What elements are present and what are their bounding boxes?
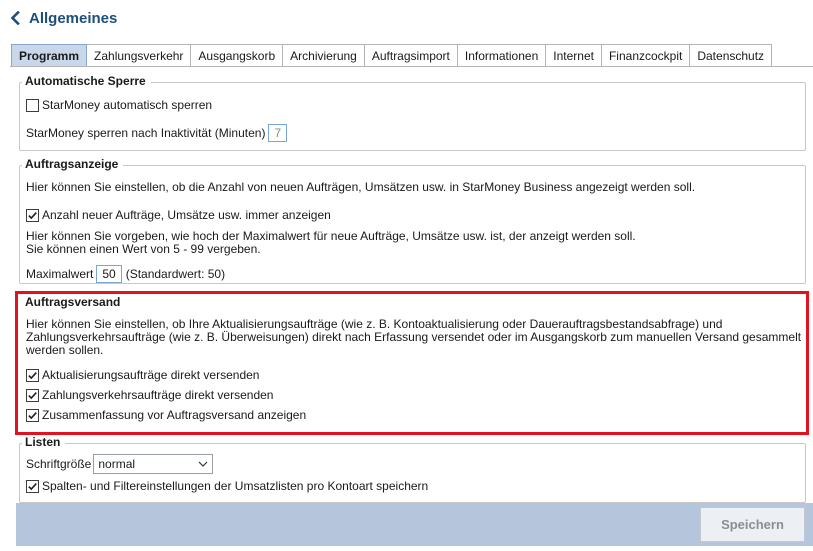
- font-size-value: normal: [98, 457, 136, 471]
- show-summary-row[interactable]: Zusammenfassung vor Auftragsversand anze…: [26, 408, 306, 422]
- tab-informationen[interactable]: Informationen: [457, 44, 547, 67]
- show-summary-checkbox[interactable]: [26, 408, 39, 422]
- tab-auftragsimport[interactable]: Auftragsimport: [364, 44, 458, 67]
- max-value-field[interactable]: 50: [96, 265, 122, 283]
- send-updates-row[interactable]: Aktualisierungsaufträge direkt versenden: [26, 368, 259, 382]
- inactivity-minutes-field[interactable]: 7: [268, 124, 288, 142]
- checkmark-icon: [28, 391, 37, 399]
- tab-finanzcockpit[interactable]: Finanzcockpit: [601, 44, 691, 67]
- group-legend: Auftragsanzeige: [22, 157, 124, 172]
- tab-archivierung[interactable]: Archivierung: [283, 44, 365, 67]
- anzeige-intro: Hier können Sie einstellen, ob die Anzah…: [26, 180, 696, 194]
- versand-intro-line3: werden sollen.: [26, 343, 104, 357]
- show-count-checkbox[interactable]: [26, 208, 39, 222]
- show-count-row[interactable]: Anzahl neuer Aufträge, Umsätze usw. imme…: [26, 208, 331, 222]
- font-size-select[interactable]: normal: [93, 454, 214, 474]
- font-size-row: Schriftgröße normal: [26, 454, 214, 474]
- save-button[interactable]: Speichern: [700, 507, 805, 542]
- max-text-line2: Sie können einen Wert von 5 - 99 vergebe…: [26, 242, 261, 256]
- tab-internet[interactable]: Internet: [546, 44, 602, 67]
- max-value-label: Maximalwert: [26, 267, 94, 281]
- back-header[interactable]: Allgemeines: [10, 7, 117, 29]
- show-count-label: Anzahl neuer Aufträge, Umsätze usw. imme…: [42, 208, 331, 222]
- group-legend: Listen: [22, 435, 66, 450]
- chevron-left-icon: [10, 11, 20, 25]
- versand-intro-line2: Zahlungsverkehrsaufträge (wie z. B. Über…: [26, 330, 802, 344]
- checkmark-icon: [28, 482, 37, 490]
- chevron-down-icon: [198, 461, 208, 467]
- tab-ausgangskorb[interactable]: Ausgangskorb: [191, 44, 284, 67]
- auto-lock-row[interactable]: StarMoney automatisch sperren: [26, 98, 212, 112]
- auto-lock-label: StarMoney automatisch sperren: [42, 98, 213, 112]
- group-auftragsversand: Auftragsversand Hier können Sie einstell…: [15, 291, 809, 435]
- checkmark-icon: [28, 411, 37, 419]
- send-updates-checkbox[interactable]: [26, 368, 39, 382]
- send-payments-label: Zahlungsverkehrsaufträge direkt versende…: [42, 388, 274, 402]
- group-legend: Automatische Sperre: [22, 74, 151, 89]
- group-legend: Auftragsversand: [22, 295, 126, 310]
- page-title: Allgemeines: [29, 9, 118, 27]
- send-updates-label: Aktualisierungsaufträge direkt versenden: [42, 368, 260, 382]
- checkmark-icon: [28, 211, 37, 219]
- tab-bar: Programm Zahlungsverkehr Ausgangskorb Ar…: [11, 44, 773, 67]
- font-size-label: Schriftgröße: [26, 457, 92, 471]
- tab-panel-programm: Automatische Sperre StarMoney automatisc…: [10, 66, 813, 551]
- auto-lock-checkbox[interactable]: [26, 98, 39, 112]
- max-default-hint: (Standardwert: 50): [125, 267, 226, 281]
- save-columns-label: Spalten- und Filtereinstellungen der Ums…: [42, 479, 429, 493]
- group-listen: Listen Schriftgröße normal Spalten- und …: [15, 435, 806, 503]
- group-automatische-sperre: Automatische Sperre StarMoney automatisc…: [15, 74, 806, 151]
- checkmark-icon: [28, 371, 37, 379]
- tab-zahlungsverkehr[interactable]: Zahlungsverkehr: [87, 44, 192, 67]
- save-columns-checkbox[interactable]: [26, 479, 39, 493]
- send-payments-checkbox[interactable]: [26, 388, 39, 402]
- send-payments-row[interactable]: Zahlungsverkehrsaufträge direkt versende…: [26, 388, 273, 402]
- save-columns-row[interactable]: Spalten- und Filtereinstellungen der Ums…: [26, 479, 428, 493]
- footer-bar: Speichern: [16, 503, 813, 546]
- inactivity-label: StarMoney sperren nach Inaktivität (Minu…: [26, 126, 266, 140]
- max-value-row: Maximalwert 50 (Standardwert: 50): [26, 265, 225, 283]
- inactivity-row: StarMoney sperren nach Inaktivität (Minu…: [26, 124, 288, 142]
- group-auftragsanzeige: Auftragsanzeige Hier können Sie einstell…: [15, 157, 806, 284]
- tab-datenschutz[interactable]: Datenschutz: [690, 44, 773, 67]
- tab-programm[interactable]: Programm: [11, 44, 88, 67]
- show-summary-label: Zusammenfassung vor Auftragsversand anze…: [42, 408, 307, 422]
